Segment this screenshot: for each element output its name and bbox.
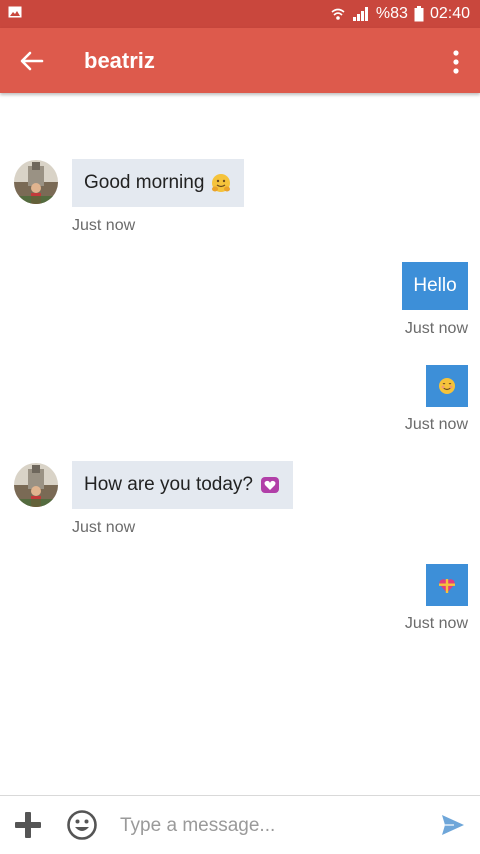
more-options-icon[interactable] <box>446 48 466 76</box>
outgoing-message-bubble[interactable]: Hello <box>402 262 468 310</box>
avatar-photo <box>14 160 58 204</box>
back-arrow-icon[interactable] <box>18 47 46 75</box>
outgoing-emoji-bubble[interactable] <box>426 564 468 606</box>
message-timestamp: Just now <box>72 217 136 234</box>
clock: 02:40 <box>429 5 470 22</box>
status-bar: %83 02:40 <box>0 0 480 28</box>
app-bar: beatriz <box>0 28 480 93</box>
heart-box-emoji-icon <box>261 477 279 493</box>
message-composer <box>0 795 480 854</box>
incoming-message-bubble[interactable]: How are you today? <box>72 461 293 509</box>
message-input[interactable] <box>118 808 422 844</box>
status-icons: %83 02:40 <box>330 4 470 24</box>
contact-avatar[interactable] <box>14 160 58 204</box>
hugging-face-emoji-icon <box>212 174 231 192</box>
message-timestamp: Just now <box>72 519 136 536</box>
contact-avatar[interactable] <box>14 463 58 507</box>
add-attachment-icon[interactable] <box>13 810 43 840</box>
send-icon[interactable] <box>440 812 466 838</box>
heart-gift-emoji-icon <box>439 579 455 593</box>
conversation-title: beatriz <box>84 48 155 73</box>
message-list[interactable]: Good morning Just now Hello Just now Jus… <box>0 93 480 795</box>
battery-icon <box>414 6 424 22</box>
message-timestamp: Just now <box>404 416 468 433</box>
gallery-notification-icon <box>8 6 22 18</box>
message-text: How are you today? <box>84 474 253 495</box>
message-timestamp: Just now <box>404 615 468 632</box>
incoming-message-bubble[interactable]: Good morning <box>72 159 245 207</box>
wifi-icon <box>331 8 345 20</box>
avatar-photo <box>14 463 58 507</box>
emoji-picker-icon[interactable] <box>66 809 98 841</box>
smiling-face-emoji-icon <box>439 378 455 394</box>
message-timestamp: Just now <box>404 320 468 337</box>
outgoing-emoji-bubble[interactable] <box>426 365 468 407</box>
signal-icon <box>352 7 368 21</box>
message-text: Hello <box>413 275 457 296</box>
message-text: Good morning <box>84 172 205 193</box>
battery-percent: %83 <box>375 5 408 22</box>
